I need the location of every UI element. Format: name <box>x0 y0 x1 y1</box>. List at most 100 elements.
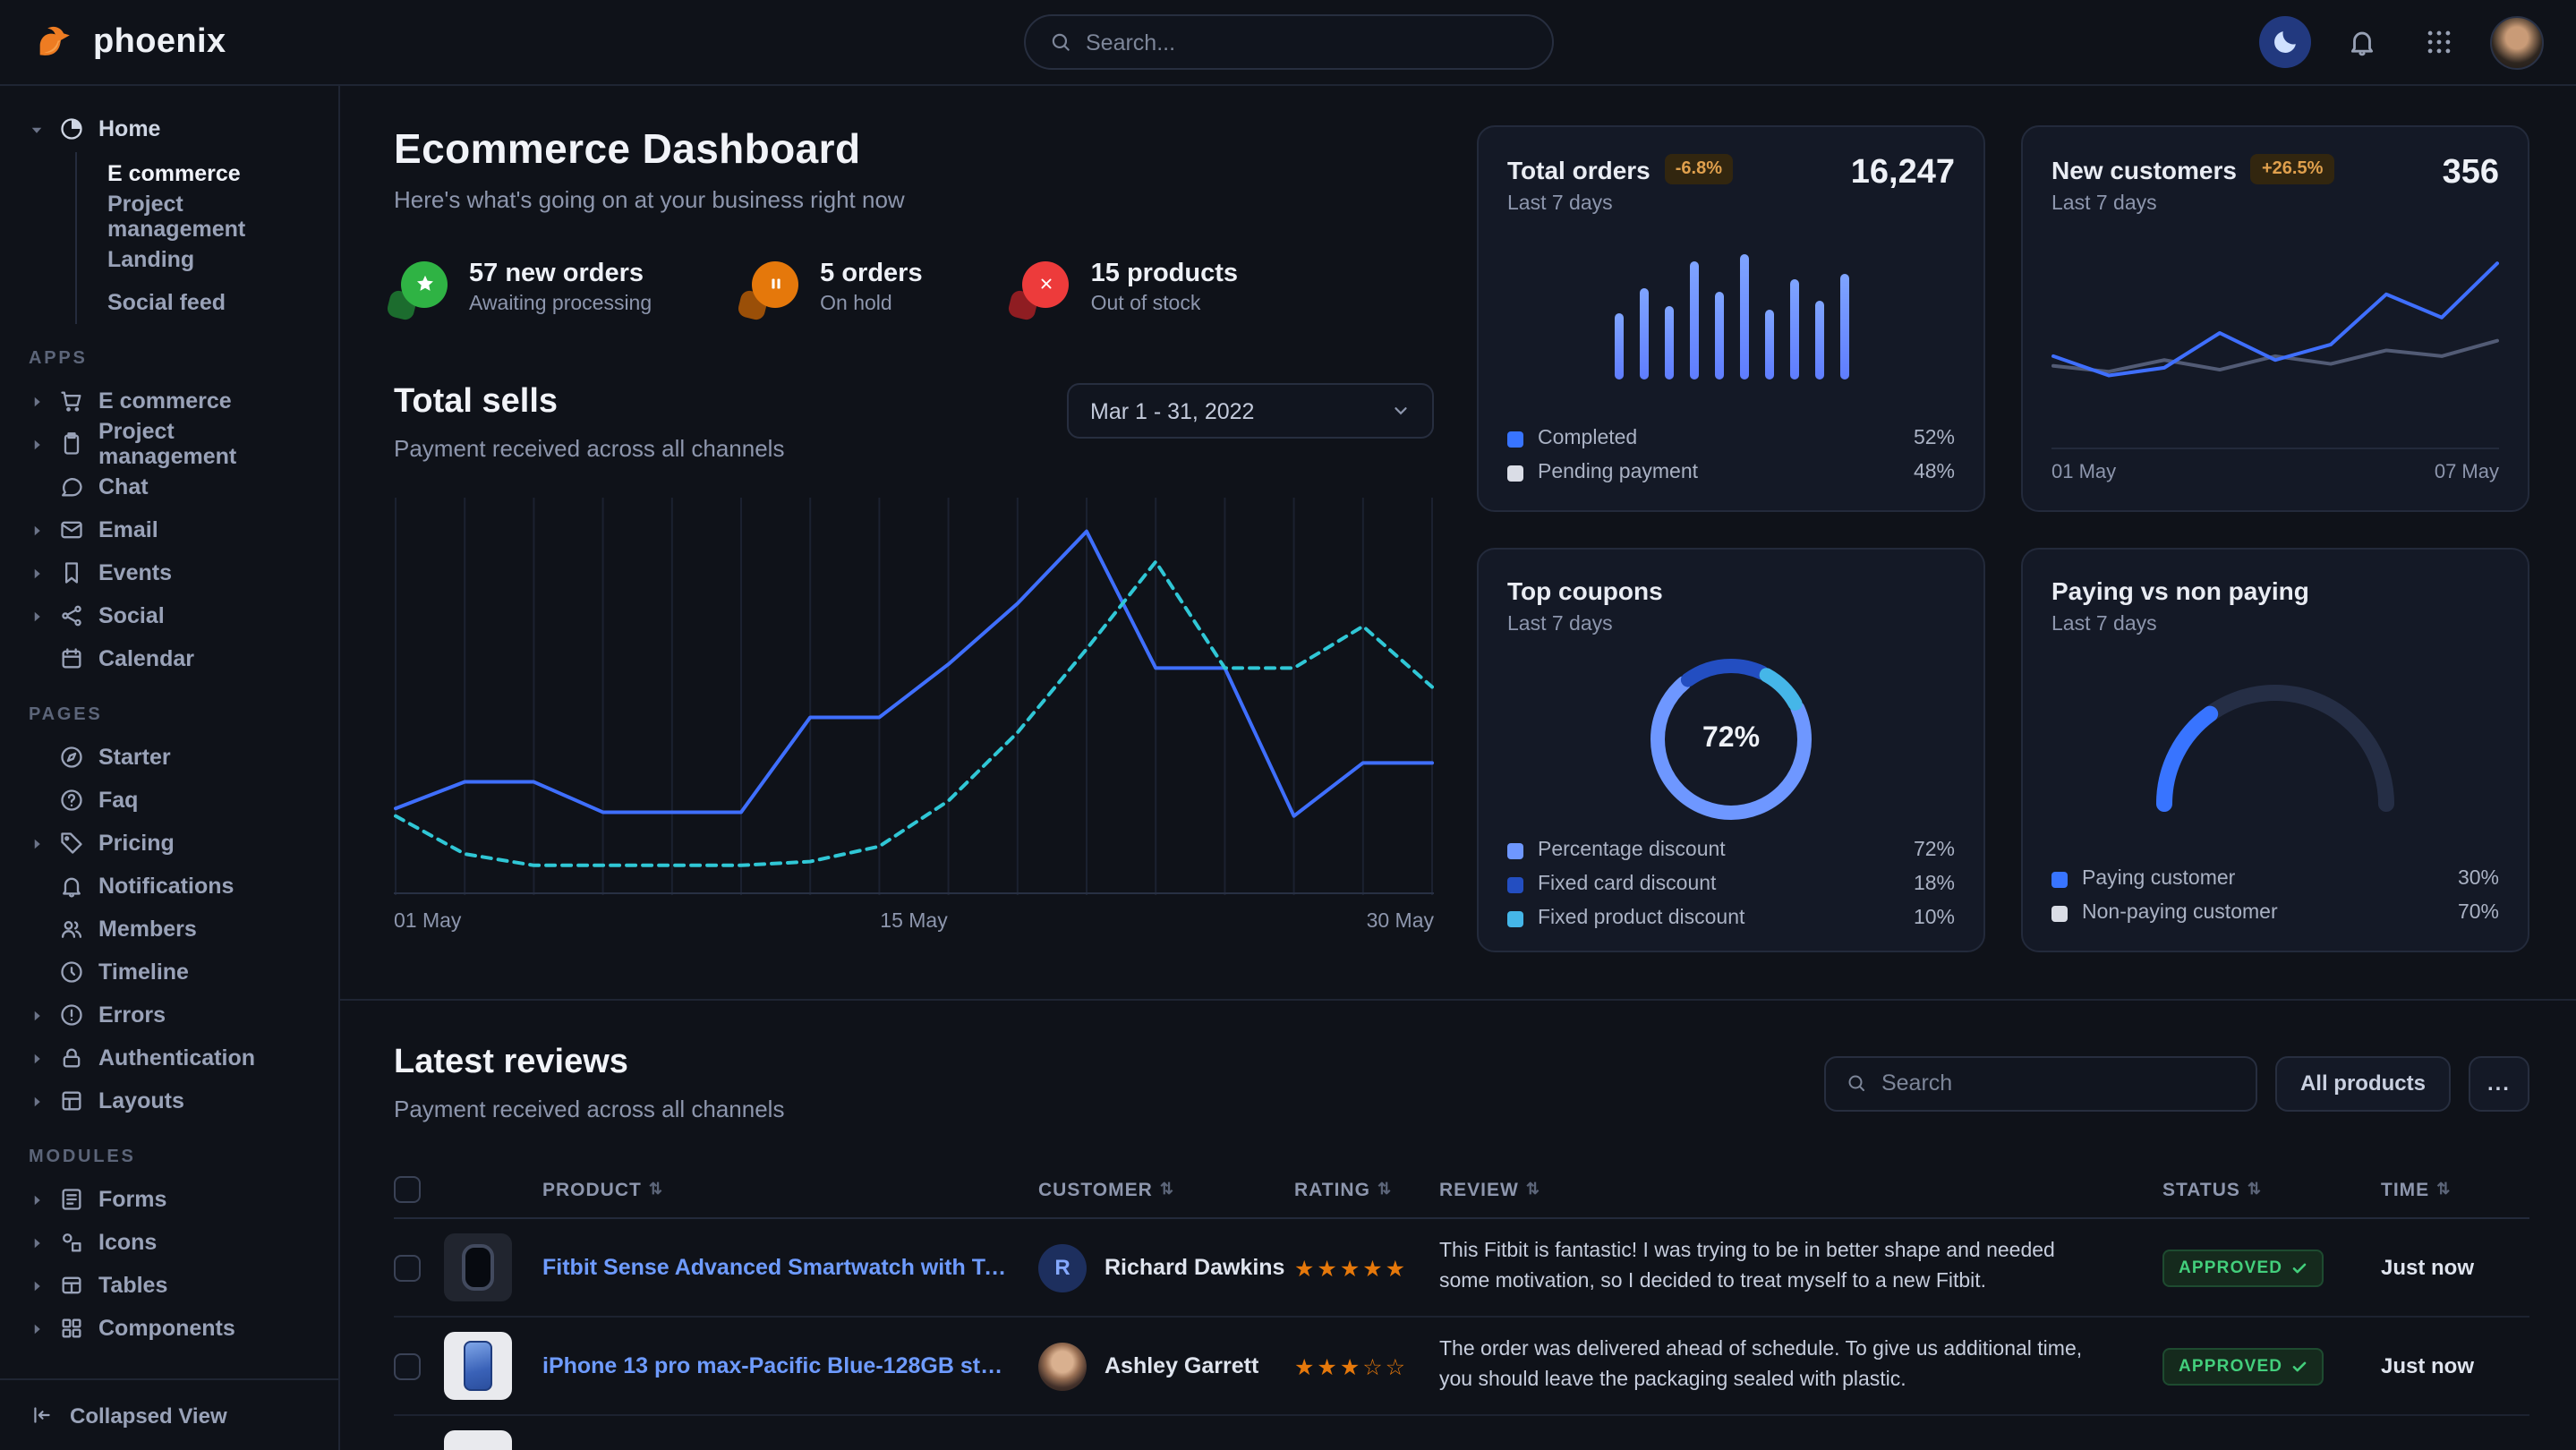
sidebar-item-home[interactable]: Home <box>18 107 320 150</box>
user-avatar[interactable] <box>2490 15 2544 69</box>
sidebar-item-landing[interactable]: Landing <box>77 238 320 281</box>
product-thumbnail <box>444 1332 512 1400</box>
phoenix-logo-icon <box>32 19 79 65</box>
legend-value: 70% <box>2458 902 2499 924</box>
apps-grid-button[interactable] <box>2413 16 2465 68</box>
legend-item-percentage-discount: Percentage discount72% <box>1507 840 1955 861</box>
status-cell: APPROVED <box>2162 1249 2381 1286</box>
paying-chart <box>2141 664 2410 815</box>
column-header-review[interactable]: REVIEW⇅ <box>1439 1179 2162 1200</box>
new-customers-period: Last 7 days <box>2051 193 2333 215</box>
check-icon <box>2291 1259 2307 1275</box>
sidebar-item-project-management[interactable]: Project management <box>77 195 320 238</box>
column-header-status[interactable]: STATUS⇅ <box>2162 1179 2381 1200</box>
navbar-search-input[interactable] <box>1086 30 1528 55</box>
column-header-product[interactable]: PRODUCT⇅ <box>444 1179 1038 1200</box>
calendar-icon <box>59 646 84 671</box>
reviews-table-header: PRODUCT⇅CUSTOMER⇅RATING⇅REVIEW⇅STATUS⇅TI… <box>394 1162 2529 1219</box>
sidebar-item-project-management[interactable]: Project management <box>18 422 320 465</box>
sidebar-item-chat[interactable]: Chat <box>18 465 320 508</box>
sidebar-item-e-commerce[interactable]: E commerce <box>77 152 320 195</box>
phone-image <box>464 1341 492 1391</box>
collapse-view-button[interactable]: Collapsed View <box>0 1378 338 1450</box>
sidebar-item-label: Members <box>98 917 197 942</box>
sidebar-item-tables[interactable]: Tables <box>18 1264 320 1307</box>
product-cell: Fitbit Sense Advanced Smartwatch with To… <box>444 1233 1038 1301</box>
header-checkbox-cell <box>394 1176 444 1203</box>
sidebar-item-social[interactable]: Social <box>18 594 320 637</box>
sidebar-item-components[interactable]: Components <box>18 1307 320 1350</box>
layout-icon <box>59 1088 84 1113</box>
theme-toggle-button[interactable] <box>2259 16 2311 68</box>
sort-icon: ⇅ <box>1378 1180 1392 1199</box>
bell-icon <box>59 874 84 899</box>
clipboard-icon <box>59 431 84 456</box>
order-bar <box>1789 280 1798 380</box>
total-orders-card: Total orders -6.8% Last 7 days 16,247 Co… <box>1477 125 1985 512</box>
sidebar-item-social-feed[interactable]: Social feed <box>77 281 320 324</box>
sidebar-item-label: Pricing <box>98 831 175 856</box>
sidebar-item-email[interactable]: Email <box>18 508 320 551</box>
reviews-table-body: Fitbit Sense Advanced Smartwatch with To… <box>394 1219 2529 1450</box>
order-bar <box>1839 274 1848 380</box>
product-cell <box>444 1430 1038 1450</box>
watch-image <box>462 1244 494 1291</box>
select-all-checkbox[interactable] <box>394 1176 421 1203</box>
sidebar-item-icons[interactable]: Icons <box>18 1221 320 1264</box>
column-header-rating[interactable]: RATING⇅ <box>1294 1179 1439 1200</box>
pause-icon <box>752 260 798 307</box>
sidebar-item-notifications[interactable]: Notifications <box>18 865 320 908</box>
sidebar-item-starter[interactable]: Starter <box>18 736 320 779</box>
row-checkbox[interactable] <box>394 1352 421 1379</box>
reviews-table: PRODUCT⇅CUSTOMER⇅RATING⇅REVIEW⇅STATUS⇅TI… <box>394 1162 2529 1450</box>
column-header-customer[interactable]: CUSTOMER⇅ <box>1038 1179 1294 1200</box>
row-checkbox[interactable] <box>394 1254 421 1281</box>
order-bar <box>1639 288 1648 380</box>
date-range-select[interactable]: Mar 1 - 31, 2022 <box>1067 383 1434 439</box>
sidebar-item-layouts[interactable]: Layouts <box>18 1079 320 1122</box>
top-coupons-legend: Percentage discount72%Fixed card discoun… <box>1507 840 1955 929</box>
stat-icon <box>1016 260 1070 314</box>
latest-reviews-toolbar: All products ... <box>1824 1055 2529 1111</box>
column-header-time[interactable]: TIME⇅ <box>2381 1179 2529 1200</box>
notifications-button[interactable] <box>2336 16 2388 68</box>
order-bar <box>1689 262 1698 380</box>
sidebar-item-label: Components <box>98 1316 235 1341</box>
brand[interactable]: phoenix <box>32 19 340 65</box>
sidebar-item-authentication[interactable]: Authentication <box>18 1036 320 1079</box>
collapse-view-label: Collapsed View <box>70 1403 227 1428</box>
sidebar-item-e-commerce[interactable]: E commerce <box>18 380 320 422</box>
new-customers-x-axis: 01 May 07 May <box>2051 448 2499 483</box>
sidebar-item-events[interactable]: Events <box>18 551 320 594</box>
pie-chart-icon <box>59 116 84 141</box>
sidebar-item-faq[interactable]: Faq <box>18 779 320 822</box>
dashboard-left-column: Ecommerce Dashboard Here's what's going … <box>394 125 1434 952</box>
legend-item-pending-payment: Pending payment48% <box>1507 462 1955 483</box>
stat-text: 5 ordersOn hold <box>820 260 922 315</box>
legend-value: 30% <box>2458 868 2499 890</box>
sidebar-item-members[interactable]: Members <box>18 908 320 951</box>
product-link[interactable]: Fitbit Sense Advanced Smartwatch with To… <box>542 1255 1013 1280</box>
total-sells-chart <box>394 498 1434 895</box>
paying-card: Paying vs non paying Last 7 days Paying … <box>2021 548 2529 952</box>
total-sells-subtitle: Payment received across all channels <box>394 435 784 462</box>
reviews-search-input[interactable] <box>1881 1070 2236 1096</box>
paying-title: Paying vs non paying <box>2051 576 2309 605</box>
sidebar-item-timeline[interactable]: Timeline <box>18 951 320 994</box>
customer-name: Ashley Garrett <box>1105 1353 1258 1378</box>
components-icon <box>59 1316 84 1341</box>
all-products-button[interactable]: All products <box>2275 1055 2451 1111</box>
product-link[interactable]: iPhone 13 pro max-Pacific Blue-128GB sto… <box>542 1353 1013 1378</box>
sidebar-item-pricing[interactable]: Pricing <box>18 822 320 865</box>
stat-icon <box>745 260 798 314</box>
sidebar-item-label: Forms <box>98 1187 166 1212</box>
column-header-label: REVIEW <box>1439 1179 1519 1200</box>
caret-spacer <box>29 921 45 937</box>
chat-icon <box>59 474 84 499</box>
sidebar-item-forms[interactable]: Forms <box>18 1178 320 1221</box>
lock-icon <box>59 1045 84 1070</box>
sidebar-item-calendar[interactable]: Calendar <box>18 637 320 680</box>
more-options-button[interactable]: ... <box>2469 1055 2529 1111</box>
sidebar-item-errors[interactable]: Errors <box>18 994 320 1036</box>
review-time: Just now <box>2381 1353 2529 1378</box>
